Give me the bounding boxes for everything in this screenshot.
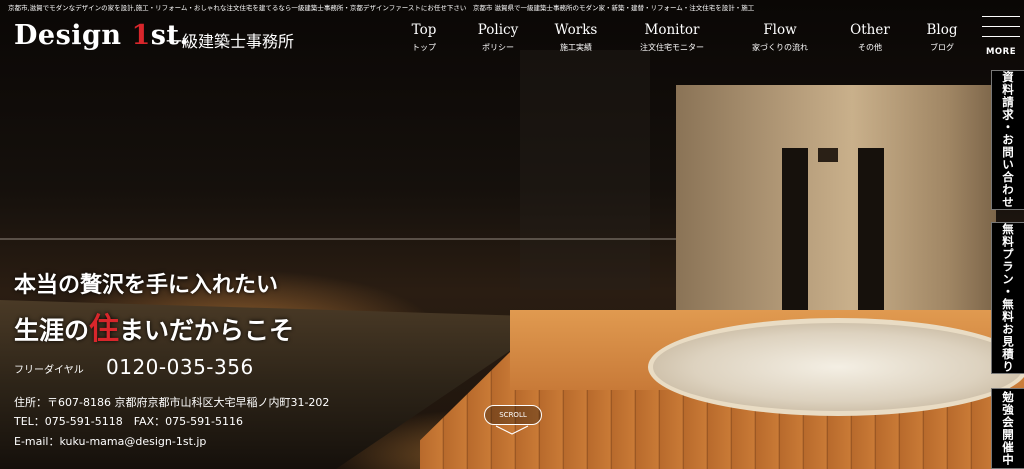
hero-catchphrase-line1: 本当の贅沢を手に入れたい	[14, 272, 279, 298]
firm-type-label: 一級建築士事務所	[166, 32, 295, 51]
hamburger-menu-button[interactable]: MORE	[978, 14, 1024, 60]
logo-text-accent: 1	[131, 20, 151, 51]
wall-lamp	[818, 148, 838, 162]
nav-item-blog[interactable]: Blog ブログ	[892, 22, 992, 53]
nav-label-ja: ブログ	[930, 43, 954, 52]
wall-slot-left	[782, 148, 808, 316]
nav-label-ja: 施工実績	[560, 43, 592, 52]
wall-slot-right	[858, 148, 884, 316]
side-tab-study-session[interactable]: 勉強会開催中	[991, 388, 1024, 469]
site-tagline: 京都市,滋賀でモダンなデザインの家を設計,施工・リフォーム・おしゃれな注文住宅を…	[8, 4, 755, 12]
tel-fax-text: TEL：075-591-5118 FAX：075-591-5116	[14, 415, 244, 428]
nav-label-en: Works	[554, 22, 598, 38]
concrete-wall	[676, 85, 996, 325]
catch-line2-post: まいだからこそ	[119, 316, 295, 345]
side-tab-request-contact[interactable]: 資料請求・お問い合わせ	[991, 70, 1024, 210]
logo-text-main: Design	[14, 20, 132, 51]
nav-label-en: Flow	[763, 22, 797, 38]
hamburger-icon-bar	[982, 16, 1020, 17]
hamburger-icon-bar	[982, 36, 1020, 37]
hero-catchphrase-line2: 生涯の住まいだからこそ	[14, 304, 294, 348]
address-text: 住所：〒607-8186 京都府京都市山科区大宅早稲ノ内町31-202	[14, 396, 330, 409]
scroll-button[interactable]: SCROLL	[484, 405, 542, 425]
nav-label-en: Monitor	[644, 22, 700, 38]
side-tab-free-plan-estimate[interactable]: 無料プラン・無料お見積り	[991, 222, 1024, 374]
nav-label-en: Blog	[926, 22, 958, 38]
site-logo[interactable]: Design 1st.	[14, 20, 189, 51]
menu-label: MORE	[985, 47, 1017, 57]
email-link[interactable]: E-mail：kuku-mama@design-1st.jp	[14, 433, 206, 449]
catch-line2-pre: 生涯の	[14, 316, 90, 345]
catch-line2-accent: 住	[89, 312, 120, 347]
nav-item-flow[interactable]: Flow 家づくりの流れ	[730, 22, 830, 53]
nav-item-works[interactable]: Works 施工実績	[526, 22, 626, 53]
hamburger-icon-bar	[982, 26, 1020, 27]
phone-number-link[interactable]: 0120-035-356	[106, 355, 254, 379]
nav-item-monitor[interactable]: Monitor 注文住宅モニター	[622, 22, 722, 53]
free-dial-label: フリーダイヤル	[14, 365, 84, 376]
nav-label-ja: 注文住宅モニター	[640, 43, 704, 52]
chevron-down-icon	[495, 425, 529, 435]
nav-label-ja: 家づくりの流れ	[752, 43, 808, 52]
outdoor-bathtub	[648, 318, 1024, 416]
